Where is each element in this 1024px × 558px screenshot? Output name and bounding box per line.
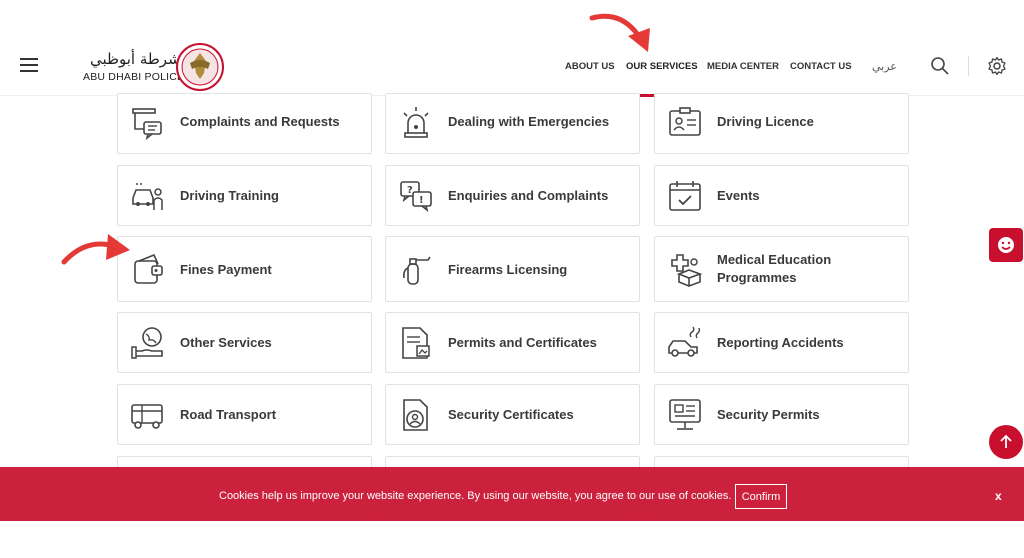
cookie-message: Cookies help us improve your website exp… [219,490,732,502]
scroll-to-top-button[interactable] [989,425,1023,459]
site-logo[interactable]: شرطة أبوظبي ABU DHABI POLICE [82,40,232,94]
service-card-reporting-accidents[interactable]: Reporting Accidents [654,312,909,373]
security-certificate-icon [403,399,428,431]
service-label: Events [717,188,760,203]
police-seal-icon [176,43,224,91]
service-label: Enquiries and Complaints [448,188,609,203]
driving-training-icon [132,183,163,210]
annotation-arrow-icon [589,13,650,52]
monitor-permit-icon [669,399,701,430]
service-card-permits-certificates[interactable]: Permits and Certificates [385,312,640,373]
wallet-icon [134,253,163,284]
chat-question-icon: ? ! [400,181,432,213]
feedback-button[interactable] [989,228,1023,262]
service-label: Driving Training [180,188,279,203]
svg-text:!: ! [419,195,424,206]
nav-our-services[interactable]: OUR SERVICES [626,61,698,72]
cookie-banner: Cookies help us improve your website exp… [0,467,1024,521]
service-card-driving-training[interactable]: Driving Training [117,165,372,226]
service-label: Road Transport [180,407,277,422]
language-switch[interactable]: عربي [872,60,897,73]
logo-english-text: ABU DHABI POLICE [83,71,185,83]
hand-globe-icon [131,327,163,359]
service-label: Fines Payment [180,262,272,277]
logo-arabic-text: شرطة أبوظبي [90,50,181,68]
car-accident-icon [668,326,701,357]
truck-icon [131,404,163,429]
extinguisher-icon [403,256,431,285]
menu-icon[interactable] [20,58,38,72]
service-card-fines-payment[interactable]: Fines Payment [117,236,372,302]
service-card-medical-education[interactable]: Medical Education Programmes [654,236,909,302]
service-card-other-services[interactable]: Other Services [117,312,372,373]
nav-about-us[interactable]: ABOUT US [565,61,615,72]
calendar-icon [669,181,701,211]
medical-box-icon [671,254,703,287]
complaint-icon [132,108,162,141]
service-label: Reporting Accidents [717,335,844,350]
service-card-security-certificates[interactable]: Security Certificates [385,384,640,445]
service-label: Medical Education Programmes [717,252,832,285]
site-header: شرطة أبوظبي ABU DHABI POLICE ABOUT US OU… [0,0,1024,97]
service-label: Security Permits [717,407,820,422]
service-label: Permits and Certificates [448,335,597,350]
service-card-driving-licence[interactable]: Driving Licence [654,93,909,154]
service-card-security-permits[interactable]: Security Permits [654,384,909,445]
header-divider [968,56,969,76]
nav-contact-us[interactable]: CONTACT US [790,61,852,72]
search-icon[interactable] [930,56,950,76]
service-card-dealing-emergencies[interactable]: Dealing with Emergencies [385,93,640,154]
smiley-icon [998,237,1014,253]
svg-text:?: ? [407,185,413,196]
service-label: Security Certificates [448,407,574,422]
arrow-up-icon [1000,434,1012,448]
service-card-firearms-licensing[interactable]: Firearms Licensing [385,236,640,302]
service-card-events[interactable]: Events [654,165,909,226]
service-label: Other Services [180,335,272,350]
service-label: Dealing with Emergencies [448,114,610,129]
service-label: Firearms Licensing [448,262,568,277]
service-label: Driving Licence [717,114,814,129]
service-card-enquiries-complaints[interactable]: ? ! Enquiries and Complaints [385,165,640,226]
certificate-icon [402,327,430,359]
annotation-arrow-icon [61,234,130,265]
cookie-confirm-button[interactable]: Confirm [735,484,787,509]
siren-icon [403,107,429,138]
gear-icon[interactable] [987,56,1007,76]
service-card-road-transport[interactable]: Road Transport [117,384,372,445]
nav-media-center[interactable]: MEDIA CENTER [707,61,779,72]
service-card-complaints-requests[interactable]: Complaints and Requests [117,93,372,154]
cookie-close-button[interactable]: x [995,489,1002,503]
id-card-icon [669,107,701,136]
service-label: Complaints and Requests [180,114,340,129]
